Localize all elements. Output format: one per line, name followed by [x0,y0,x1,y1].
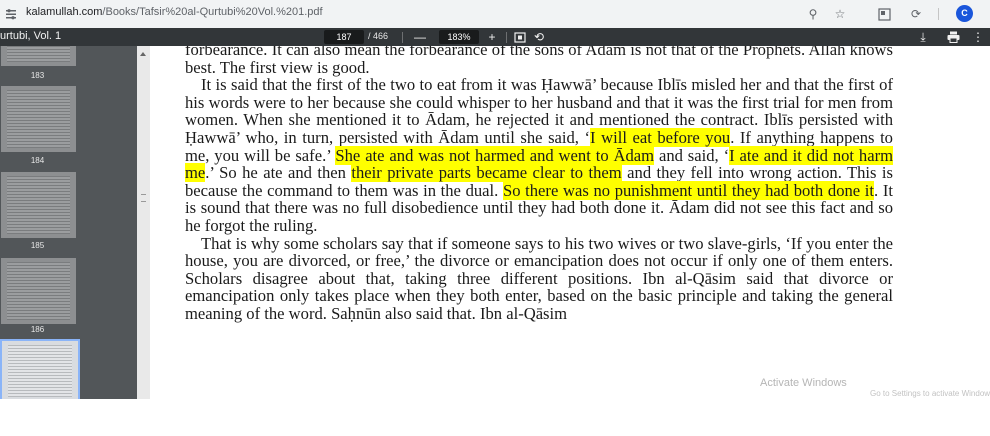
thumbnail-label: 184 [30,156,45,165]
more-options-icon[interactable]: ⋮ [970,29,986,45]
url-text[interactable]: kalamullah.com/Books/Tafsir%20al-Qurtubi… [26,6,323,18]
thumbnail-image [7,176,70,234]
scroll-up-arrow-icon[interactable] [140,52,146,56]
desktop-background [0,399,990,436]
drag-handle-icon[interactable] [141,194,146,202]
page-thumbnail[interactable] [1,172,76,238]
text-run: and said, ‘ [654,145,730,165]
toolbar-separator [506,32,507,43]
site-settings-icon[interactable] [5,8,17,20]
page-thumbnail[interactable] [1,86,76,152]
page-total: / 466 [368,31,389,41]
paragraph: forbearance. It can also mean the forbea… [185,46,893,77]
url-path: /Books/Tafsir%20al-Qurtubi%20Vol.%201.pd… [102,6,323,18]
text-run: .’ So he ate and then [205,163,352,183]
extension-icon[interactable] [876,6,892,22]
download-icon[interactable]: ⤓ [915,29,931,45]
highlight: their private parts became clear to them [351,163,622,183]
profile-avatar[interactable]: C [956,5,973,22]
page-margin [910,46,990,399]
activation-watermark-sub: Go to Settings to activate Windows. [870,389,990,398]
print-icon[interactable] [945,29,961,45]
rotate-icon[interactable]: ⟲ [531,29,547,45]
thumbnail-label: 186 [30,325,45,334]
document-title: urtubi, Vol. 1 [0,30,62,42]
page-thumbnail-current[interactable] [0,339,80,399]
fit-page-icon[interactable] [512,29,528,45]
toolbar-divider [938,8,939,20]
highlight: So there was no punishment until they ha… [502,180,875,200]
zoom-out-icon[interactable]: — [412,29,428,45]
address-bar[interactable]: kalamullah.com/Books/Tafsir%20al-Qurtubi… [0,0,990,29]
page-number-input[interactable]: 187 [324,30,364,44]
bookmark-star-icon[interactable]: ☆ [832,6,848,22]
thumbnail-image [7,262,70,320]
page-text: forbearance. It can also mean the forbea… [185,46,894,323]
highlight: I will eat before you [590,127,731,147]
thumbnail-image [8,345,72,397]
zoom-in-icon[interactable]: + [484,29,500,45]
url-host: kalamullah.com [26,6,103,18]
paragraph: It is said that the first of the two to … [185,76,894,234]
page-thumbnail[interactable] [1,258,76,324]
sidebar-resize-handle[interactable] [137,46,150,399]
thumbnail-image [7,46,70,62]
zoom-icon[interactable]: ⚲ [805,6,821,22]
thumbnail-image [7,90,70,148]
zoom-input[interactable]: 183% [439,30,479,44]
thumbnail-sidebar[interactable]: 183 184 185 186 [0,46,137,399]
thumbnail-label: 183 [30,71,45,80]
sync-icon[interactable]: ⟳ [908,6,924,22]
activation-watermark: Activate Windows [760,377,847,389]
pdf-toolbar: urtubi, Vol. 1 187 / 466 — 183% + ⟲ ⤓ ⋮ [0,28,990,46]
thumbnail-label: 185 [30,241,45,250]
page-thumbnail[interactable] [1,46,76,66]
pdf-page: forbearance. It can also mean the forbea… [150,46,910,399]
highlight: She ate and was not harmed and went to Ā… [335,145,655,165]
toolbar-separator [402,32,403,43]
paragraph: That is why some scholars say that if so… [185,233,893,323]
